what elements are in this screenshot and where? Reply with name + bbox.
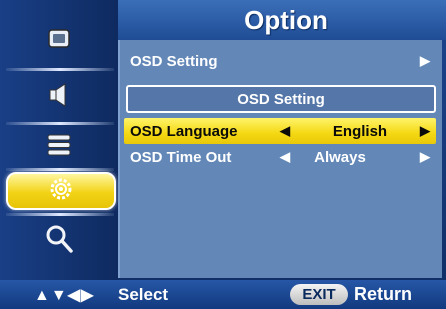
setting-value: Always (314, 148, 366, 166)
sidebar (0, 0, 118, 280)
speaker-icon (45, 81, 73, 114)
sidebar-item-settings[interactable] (6, 172, 116, 210)
chevron-right-icon: ▶ (420, 53, 430, 68)
arrow-right-icon[interactable]: ▶ (420, 123, 430, 139)
menu-item-label: OSD Setting (130, 52, 218, 70)
arrow-left-icon[interactable]: ◀ (280, 123, 290, 139)
navigation-arrows-icon: ▲▼◀▶ (34, 287, 95, 304)
sidebar-item-list[interactable] (6, 124, 112, 170)
submenu-title: OSD Setting (126, 85, 436, 113)
menu-item-osd-setting[interactable]: OSD Setting ▶ (124, 48, 436, 74)
menu-item-osd-time-out[interactable]: OSD Time Out ◀ Always ▶ (124, 144, 436, 170)
gear-icon (49, 177, 73, 206)
sidebar-item-audio[interactable] (6, 74, 112, 120)
arrow-right-icon[interactable]: ▶ (420, 149, 430, 165)
return-hint: Return (354, 284, 412, 304)
display-icon (47, 27, 71, 56)
select-hint: Select (118, 285, 169, 304)
setting-label: OSD Time Out (130, 148, 232, 166)
menu-item-osd-language[interactable]: OSD Language ◀ English ▶ (124, 118, 436, 144)
list-icon (45, 131, 73, 164)
arrow-left-icon[interactable]: ◀ (280, 149, 290, 165)
sidebar-item-display[interactable] (6, 18, 112, 64)
footer-bar: ▲▼◀▶ Select EXIT Return (0, 280, 446, 309)
sidebar-divider (6, 68, 114, 71)
menu-panel: OSD Setting ▶ OSD Setting OSD Language ◀… (118, 40, 442, 278)
sidebar-item-search[interactable] (6, 218, 112, 264)
header: Option (118, 0, 446, 40)
osd-window: Option OSD Setting ▶ OSD Setting OSD Lan… (0, 0, 446, 309)
sidebar-divider (6, 213, 114, 216)
setting-label: OSD Language (130, 122, 238, 140)
magnifier-icon (44, 224, 74, 259)
page-title: Option (244, 4, 328, 35)
setting-value: English (332, 122, 388, 140)
exit-button[interactable]: EXIT (290, 284, 348, 305)
sidebar-divider (6, 168, 114, 171)
